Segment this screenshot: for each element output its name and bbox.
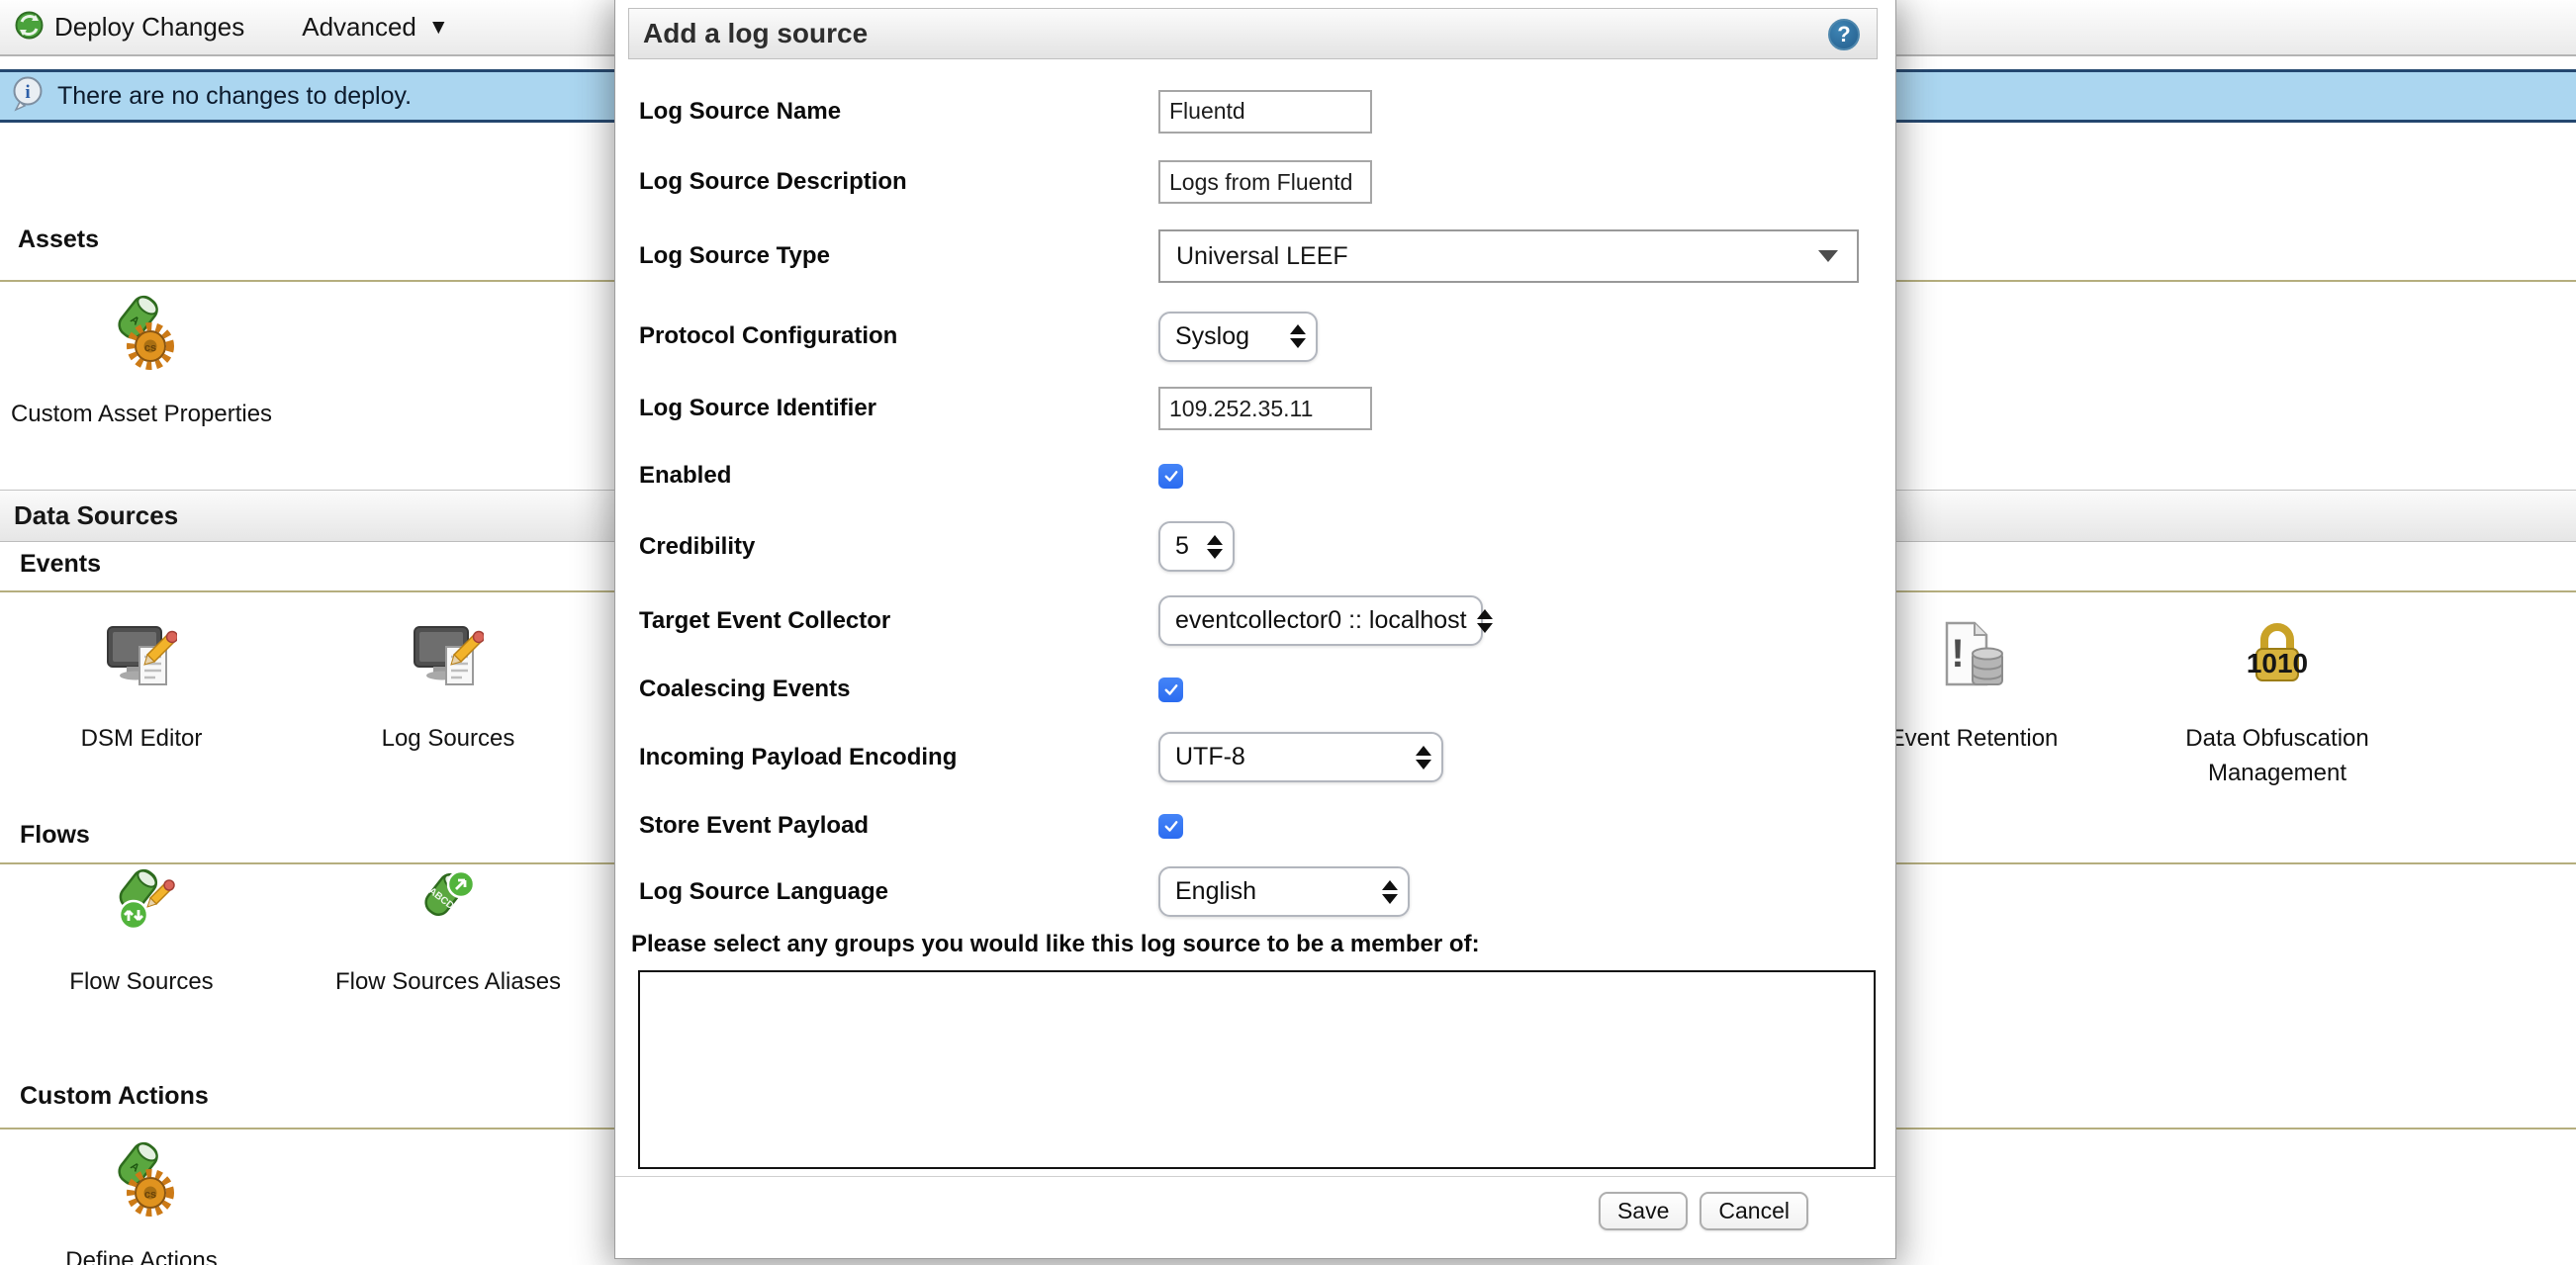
field-label-incoming-payload-encoding: Incoming Payload Encoding xyxy=(639,744,1158,771)
document-database-icon: ! xyxy=(1939,619,2008,701)
info-balloon-icon: i xyxy=(0,75,46,118)
bg-item-label: Event Retention xyxy=(1889,721,2059,756)
groups-list-box[interactable] xyxy=(638,970,1876,1169)
save-button[interactable]: Save xyxy=(1599,1192,1688,1230)
field-label-log-source-language: Log Source Language xyxy=(639,878,1158,906)
log-source-type-value: Universal LEEF xyxy=(1176,242,1348,271)
monitor-edit-icon xyxy=(413,619,484,701)
log-source-language-select[interactable]: English xyxy=(1158,866,1410,917)
svg-text:i: i xyxy=(25,82,30,103)
log-source-identifier-input[interactable] xyxy=(1158,387,1372,430)
green-roll-arrows-icon xyxy=(103,868,180,945)
checkmark-icon xyxy=(1162,467,1180,485)
deploy-changes-label: Deploy Changes xyxy=(54,12,244,43)
select-arrows-icon xyxy=(1477,609,1493,633)
advanced-label: Advanced xyxy=(302,12,416,43)
field-label-log-source-description: Log Source Description xyxy=(639,168,1158,196)
section-title-flows: Flows xyxy=(20,821,90,850)
coalescing-events-checkbox[interactable] xyxy=(1158,678,1183,702)
incoming-payload-encoding-select[interactable]: UTF-8 xyxy=(1158,732,1443,782)
store-event-payload-checkbox[interactable] xyxy=(1158,814,1183,839)
bg-item-label: DSM Editor xyxy=(81,721,203,756)
section-title-events: Events xyxy=(20,550,101,579)
checkmark-icon xyxy=(1162,680,1180,698)
bg-item-label: Data ObfuscationManagement xyxy=(2185,721,2368,790)
notice-text: There are no changes to deploy. xyxy=(57,82,412,111)
section-bar-title: Data Sources xyxy=(14,500,178,531)
deploy-globe-icon xyxy=(15,11,44,45)
target-event-collector-select[interactable]: eventcollector0 :: localhost xyxy=(1158,595,1483,646)
field-label-protocol-configuration: Protocol Configuration xyxy=(639,322,1158,350)
svg-text:cs: cs xyxy=(144,342,156,354)
groups-prompt: Please select any groups you would like … xyxy=(631,931,1480,958)
dialog-title: Add a log source xyxy=(643,18,868,49)
log-source-type-combobox[interactable]: Universal LEEF xyxy=(1158,229,1859,283)
add-log-source-dialog: Add a log source ? Log Source Name Log S… xyxy=(614,0,1896,1259)
cancel-button[interactable]: Cancel xyxy=(1700,1192,1808,1230)
enabled-checkbox[interactable] xyxy=(1158,464,1183,489)
select-arrows-icon xyxy=(1416,746,1431,769)
bg-item-label: Flow Sources Aliases xyxy=(335,964,561,999)
checkmark-icon xyxy=(1162,817,1180,835)
bg-item-label: Flow Sources xyxy=(69,964,213,999)
bg-item-label: Define Actions xyxy=(65,1243,217,1265)
dialog-buttons: Save Cancel xyxy=(1599,1192,1808,1230)
bg-item-define-actions[interactable]: A cs Define Actions xyxy=(0,1139,300,1265)
select-arrows-icon xyxy=(1382,880,1398,904)
bg-item-data-obfuscation-management[interactable]: 1010 Data ObfuscationManagement xyxy=(2119,619,2436,790)
bg-item-log-sources[interactable]: Log Sources xyxy=(290,619,606,756)
field-label-enabled: Enabled xyxy=(639,462,1158,490)
bg-item-label: Log Sources xyxy=(382,721,515,756)
monitor-edit-icon xyxy=(106,619,177,701)
bg-item-dsm-editor[interactable]: DSM Editor xyxy=(0,619,300,756)
chevron-down-icon: ▼ xyxy=(428,16,449,40)
field-label-log-source-identifier: Log Source Identifier xyxy=(639,395,1158,422)
money-roll-gear-icon: A cs xyxy=(103,293,180,377)
svg-text:!: ! xyxy=(1951,632,1964,676)
footer-divider xyxy=(615,1176,1895,1177)
bg-item-flow-sources-aliases[interactable]: ABCD Flow Sources Aliases xyxy=(290,868,606,999)
field-label-log-source-name: Log Source Name xyxy=(639,98,1158,126)
advanced-menu-button[interactable]: Advanced ▼ xyxy=(302,12,448,43)
field-label-coalescing-events: Coalescing Events xyxy=(639,676,1158,703)
bg-item-flow-sources[interactable]: Flow Sources xyxy=(0,868,300,999)
green-roll-alias-icon: ABCD xyxy=(410,868,487,945)
select-arrows-icon xyxy=(1207,535,1223,559)
help-icon[interactable]: ? xyxy=(1828,19,1860,50)
svg-text:cs: cs xyxy=(144,1189,156,1201)
log-source-description-input[interactable] xyxy=(1158,160,1372,204)
credibility-select[interactable]: 5 xyxy=(1158,521,1235,572)
select-arrows-icon xyxy=(1290,324,1306,348)
section-title-custom-actions: Custom Actions xyxy=(20,1082,209,1111)
svg-text:1010: 1010 xyxy=(2247,648,2308,678)
field-label-target-event-collector: Target Event Collector xyxy=(639,607,1158,635)
protocol-configuration-select[interactable]: Syslog xyxy=(1158,312,1318,362)
dialog-header: Add a log source ? xyxy=(628,8,1878,59)
qradar-admin-screen: Deploy Changes Advanced ▼ i There are no… xyxy=(0,0,2576,1265)
bg-item-custom-asset-properties[interactable]: A cs Custom Asset Properties xyxy=(0,293,300,431)
log-source-name-input[interactable] xyxy=(1158,90,1372,134)
bg-item-label: Custom Asset Properties xyxy=(11,397,272,431)
field-label-store-event-payload: Store Event Payload xyxy=(639,812,1158,840)
gold-lock-1010-icon: 1010 xyxy=(2243,619,2312,701)
section-title-assets: Assets xyxy=(18,226,99,254)
deploy-changes-button[interactable]: Deploy Changes xyxy=(15,11,244,45)
money-roll-gear-icon: A cs xyxy=(103,1139,180,1223)
field-label-credibility: Credibility xyxy=(639,533,1158,561)
field-label-log-source-type: Log Source Type xyxy=(639,242,1158,270)
chevron-down-icon xyxy=(1818,250,1838,262)
